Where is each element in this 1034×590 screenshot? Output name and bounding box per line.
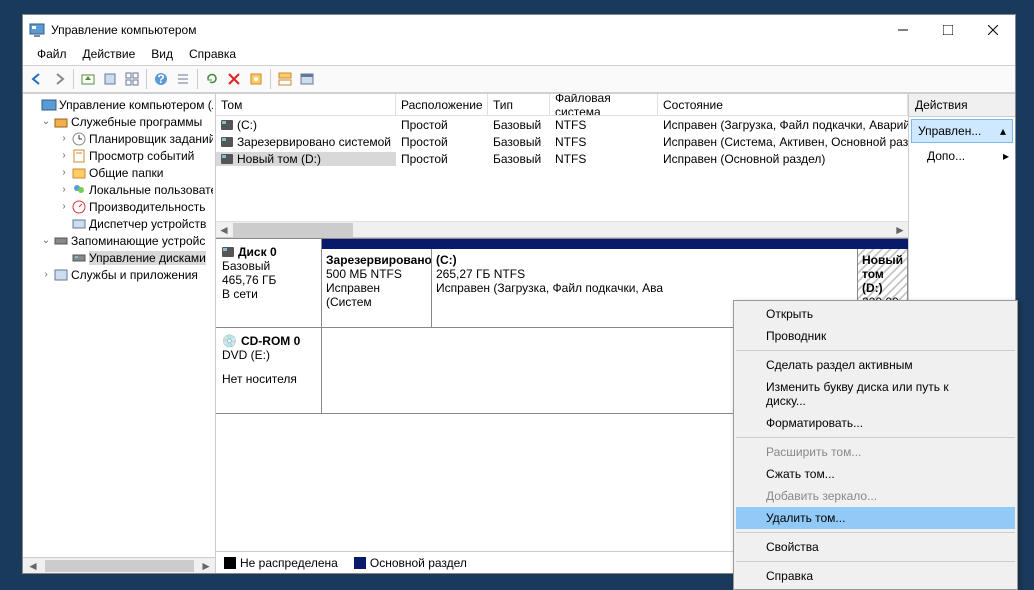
table-row[interactable]: (C:) Простой Базовый NTFS Исправен (Загр… — [216, 116, 908, 133]
cm-delete-volume[interactable]: Удалить том... — [736, 507, 1015, 529]
help-icon[interactable]: ? — [151, 69, 171, 89]
cm-change-letter[interactable]: Изменить букву диска или путь к диску... — [736, 376, 1015, 412]
tree-task-scheduler[interactable]: ›Планировщик заданий — [23, 130, 215, 147]
tree-disk-management[interactable]: Управление дисками — [23, 249, 215, 266]
cm-make-active[interactable]: Сделать раздел активным — [736, 354, 1015, 376]
window-title: Управление компьютером — [51, 23, 880, 37]
cm-extend: Расширить том... — [736, 441, 1015, 463]
tree-performance[interactable]: ›Производительность — [23, 198, 215, 215]
maximize-button[interactable] — [925, 15, 970, 45]
grid-icon[interactable] — [122, 69, 142, 89]
legend-primary: Основной раздел — [370, 556, 467, 570]
window-controls — [880, 15, 1015, 45]
cm-separator — [736, 532, 1015, 533]
table-row[interactable]: Зарезервировано системой Простой Базовый… — [216, 133, 908, 150]
settings-icon[interactable] — [246, 69, 266, 89]
col-volume[interactable]: Том — [216, 94, 396, 115]
menu-view[interactable]: Вид — [143, 45, 181, 65]
delete-icon[interactable] — [224, 69, 244, 89]
volume-header[interactable]: Том Расположение Тип Файловая система Со… — [216, 94, 908, 116]
volume-icon — [221, 154, 233, 164]
cm-separator — [736, 437, 1015, 438]
col-fs[interactable]: Файловая система — [550, 94, 658, 115]
table-row[interactable]: Новый том (D:) Простой Базовый NTFS Испр… — [216, 150, 908, 167]
partition-header-bar — [322, 239, 908, 249]
col-status[interactable]: Состояние — [658, 94, 908, 115]
col-layout[interactable]: Расположение — [396, 94, 488, 115]
view-icon[interactable] — [297, 69, 317, 89]
up-button[interactable] — [78, 69, 98, 89]
cm-separator — [736, 350, 1015, 351]
tree-event-viewer[interactable]: ›Просмотр событий — [23, 147, 215, 164]
collapse-icon: ▴ — [1000, 124, 1006, 138]
disk-info[interactable]: Диск 0 Базовый 465,76 ГБ В сети — [216, 239, 322, 327]
volume-icon — [221, 120, 233, 130]
properties-icon[interactable] — [100, 69, 120, 89]
refresh-icon[interactable] — [202, 69, 222, 89]
tree-shared-folders[interactable]: ›Общие папки — [23, 164, 215, 181]
list-icon[interactable] — [173, 69, 193, 89]
cm-open[interactable]: Открыть — [736, 303, 1015, 325]
menu-help[interactable]: Справка — [181, 45, 244, 65]
app-icon — [29, 22, 45, 38]
action-more[interactable]: Допо...▸ — [909, 145, 1015, 167]
legend-primary-swatch — [354, 557, 366, 569]
volume-list: Том Расположение Тип Файловая система Со… — [216, 94, 908, 238]
volume-icon — [221, 137, 233, 147]
cm-shrink[interactable]: Сжать том... — [736, 463, 1015, 485]
tree-device-manager[interactable]: Диспетчер устройств — [23, 215, 215, 232]
cm-format[interactable]: Форматировать... — [736, 412, 1015, 434]
volume-hscroll[interactable]: ◄► — [216, 221, 908, 237]
col-type[interactable]: Тип — [488, 94, 550, 115]
menubar: Файл Действие Вид Справка — [23, 45, 1015, 65]
actions-header: Действия — [909, 94, 1015, 117]
cdrom-icon: 💿 — [222, 334, 237, 348]
titlebar: Управление компьютером — [23, 15, 1015, 45]
cm-properties[interactable]: Свойства — [736, 536, 1015, 558]
tree-group-system-tools[interactable]: ⌄Служебные программы — [23, 113, 215, 130]
forward-button[interactable] — [49, 69, 69, 89]
minimize-button[interactable] — [880, 15, 925, 45]
tree-group-storage[interactable]: ⌄Запоминающие устройс — [23, 232, 215, 249]
layout-icon[interactable] — [275, 69, 295, 89]
menu-file[interactable]: Файл — [29, 45, 75, 65]
toolbar: ? — [23, 65, 1015, 93]
cdrom-info[interactable]: 💿CD-ROM 0 DVD (E:) Нет носителя — [216, 328, 322, 413]
chevron-right-icon: ▸ — [1003, 149, 1009, 163]
menu-action[interactable]: Действие — [75, 45, 144, 65]
cm-separator — [736, 561, 1015, 562]
partition-reserved[interactable]: Зарезервировано 500 МБ NTFS Исправен (Си… — [322, 249, 432, 327]
context-menu: Открыть Проводник Сделать раздел активны… — [733, 300, 1018, 590]
cm-help[interactable]: Справка — [736, 565, 1015, 587]
close-button[interactable] — [970, 15, 1015, 45]
tree-hscroll[interactable]: ◄ ► — [23, 557, 216, 573]
action-manage[interactable]: Управлен...▴ — [911, 119, 1013, 143]
nav-tree[interactable]: Управление компьютером (л ⌄Служебные про… — [23, 94, 216, 573]
cm-mirror: Добавить зеркало... — [736, 485, 1015, 507]
back-button[interactable] — [27, 69, 47, 89]
tree-group-services[interactable]: ›Службы и приложения — [23, 266, 215, 283]
legend-unallocated-swatch — [224, 557, 236, 569]
legend-unallocated: Не распределена — [240, 556, 338, 570]
tree-local-users[interactable]: ›Локальные пользовате — [23, 181, 215, 198]
svg-text:?: ? — [157, 72, 164, 86]
tree-root[interactable]: Управление компьютером (л — [23, 96, 215, 113]
disk-icon — [222, 247, 234, 257]
cm-explorer[interactable]: Проводник — [736, 325, 1015, 347]
